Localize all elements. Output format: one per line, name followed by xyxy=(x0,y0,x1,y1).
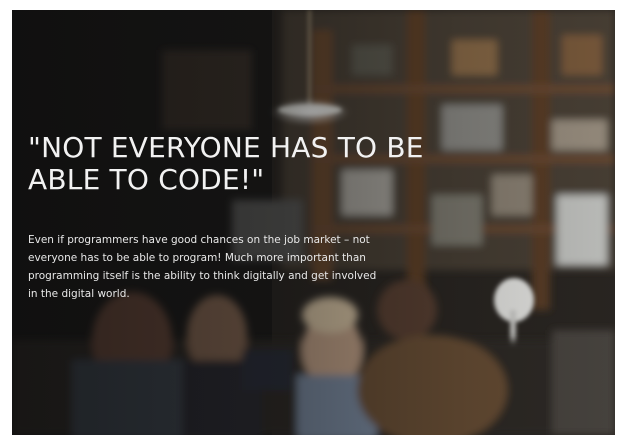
hero-section: "NOT EVERYONE HAS TO BE ABLE TO CODE!" E… xyxy=(12,10,615,435)
hero-headline: "NOT EVERYONE HAS TO BE ABLE TO CODE!" xyxy=(28,131,424,196)
hero-body-text: Even if programmers have good chances on… xyxy=(28,234,377,300)
dark-overlay xyxy=(12,10,615,435)
